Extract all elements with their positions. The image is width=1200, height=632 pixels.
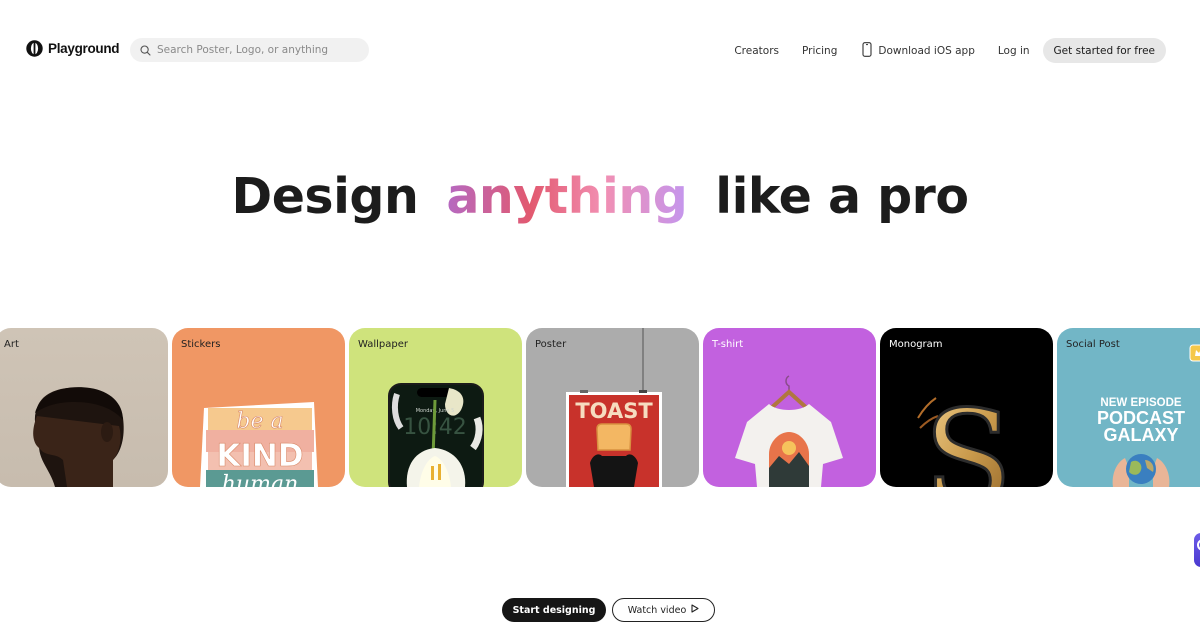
start-designing-button[interactable]: Start designing (502, 598, 606, 622)
main-nav: Creators Pricing Download iOS app Log in… (734, 38, 1166, 63)
sticker-image: be a KIND human (200, 402, 318, 487)
search-input[interactable] (157, 44, 357, 56)
card-stickers[interactable]: Stickers be a KIND human (172, 328, 345, 487)
card-label: Poster (535, 339, 567, 350)
card-label: Wallpaper (358, 339, 409, 350)
hero-text-before: Design (231, 168, 419, 225)
crown-badge-icon (1189, 344, 1200, 362)
get-started-button[interactable]: Get started for free (1042, 38, 1166, 63)
card-label: T-shirt (712, 339, 744, 350)
card-art[interactable]: Art (0, 328, 168, 487)
monogram-letter: S (923, 382, 1012, 487)
search-bar[interactable] (130, 38, 369, 62)
phone-icon (862, 41, 872, 60)
hero-text-after: like a pro (715, 168, 969, 225)
logo-link[interactable]: Playground (26, 40, 120, 57)
hero-text-highlight: anything (446, 168, 688, 225)
hero-actions: Start designing Watch video (502, 598, 715, 622)
play-icon (691, 604, 699, 616)
monogram-image: S (917, 381, 1014, 487)
nav-pricing[interactable]: Pricing (802, 45, 837, 57)
card-wallpaper[interactable]: Wallpaper Monday, June 5 10:42 (349, 328, 522, 487)
watch-video-button[interactable]: Watch video (612, 598, 715, 622)
category-carousel: Art Stickers be a KIND human Wallpaper M… (0, 328, 1200, 487)
nav-creators[interactable]: Creators (734, 45, 779, 57)
card-tshirt[interactable]: T-shirt (703, 328, 876, 487)
card-label: Stickers (181, 339, 221, 350)
tshirt-image (735, 375, 843, 487)
nav-login[interactable]: Log in (998, 45, 1030, 57)
sticker-text-line1: be a (236, 409, 283, 434)
toast-poster-image: TOAST (566, 328, 662, 487)
nav-download-ios-label: Download iOS app (878, 44, 975, 57)
phone-wallpaper-image: Monday, June 5 10:42 (388, 383, 484, 487)
sticker-text-line3: human (222, 472, 298, 487)
sticker-text-line2: KIND (216, 438, 303, 474)
social-post-line3: GALAXY (1103, 425, 1178, 445)
logo-text: Playground (48, 41, 120, 56)
card-social-post[interactable]: Social Post NEW EPISODE PODCAST GALAXY (1057, 328, 1200, 487)
site-header: Playground Creators Pricing Download iOS… (0, 0, 1200, 100)
card-label: Social Post (1066, 339, 1120, 350)
hero-headline: Design anything like a pro (0, 168, 1200, 225)
chat-widget-icon[interactable] (1194, 533, 1200, 567)
watch-video-label: Watch video (627, 604, 687, 616)
card-monogram[interactable]: Monogram S (880, 328, 1053, 487)
podcast-post-image: NEW EPISODE PODCAST GALAXY (1097, 344, 1200, 487)
search-icon (140, 41, 151, 60)
card-label: Monogram (889, 339, 943, 350)
nav-download-ios[interactable]: Download iOS app (862, 41, 975, 60)
card-poster[interactable]: Poster TOAST (526, 328, 699, 487)
playground-logo-icon (26, 40, 43, 57)
card-label: Art (4, 339, 19, 350)
art-portrait-image (33, 387, 124, 487)
poster-title: TOAST (575, 399, 653, 423)
